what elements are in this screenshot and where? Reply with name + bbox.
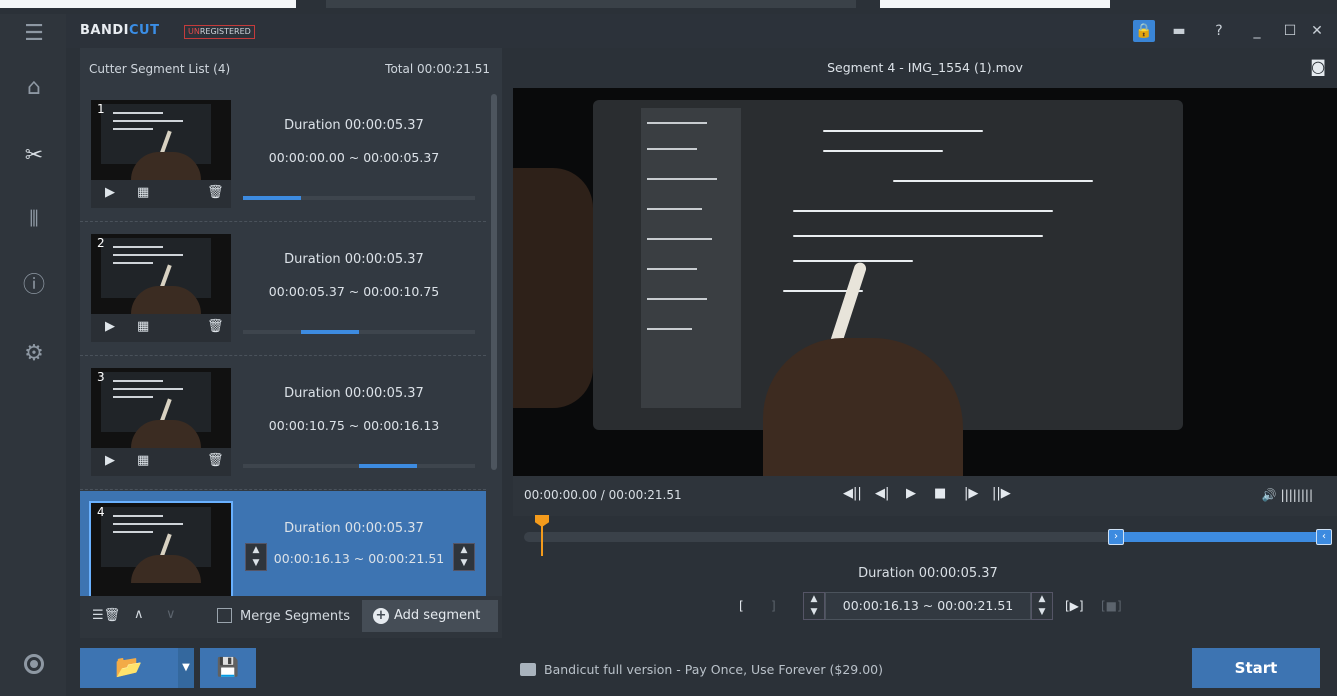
bandicut-window: ☰ ⌂ ✂ ⦀ ⓘ ⚙ BANDICUT UNREGISTERED 🔒 ▬ ? … [0, 0, 1337, 696]
segment-duration: Duration 00:00:05.37 [284, 386, 424, 401]
start-time-stepper[interactable]: ▲ ▼ [245, 543, 267, 571]
background-window-strip [326, 0, 856, 8]
segment-thumbnail: 4 [89, 501, 233, 598]
cutter-icon[interactable]: ✂ [22, 144, 46, 168]
playhead-line [541, 524, 543, 556]
playback-controls: 00:00:00.00 / 00:00:21.51 ◀|| ◀| ▶ ■ |▶ … [513, 476, 1337, 516]
start-button[interactable]: Start [1192, 648, 1320, 688]
segment-item-4[interactable]: 4 Duration 00:00:05.37 ▲ ▼ 00:00:16.13 ~ … [80, 491, 486, 598]
plus-icon: + [373, 608, 389, 624]
close-button[interactable]: ✕ [1306, 20, 1328, 42]
maximize-button[interactable]: ☐ [1279, 20, 1301, 42]
total-duration: Total 00:00:21.51 [385, 62, 490, 76]
segment-list-scrollbar[interactable] [491, 94, 497, 470]
settings-icon[interactable]: ⚙ [22, 342, 46, 366]
play-icon[interactable]: ▶ [105, 319, 115, 334]
preview-panel: Segment 4 - IMG_1554 (1).mov ◙ 00:00:00.… [513, 48, 1337, 638]
merge-segments-label: Merge Segments [240, 609, 350, 624]
app-logo: BANDICUT [80, 23, 160, 38]
segment-list-title: Cutter Segment List (4) [89, 62, 231, 76]
set-end-icon[interactable]: [▶] [1065, 599, 1084, 613]
segment-range: 00:00:05.37 ~ 00:00:10.75 [268, 284, 440, 299]
delete-icon[interactable]: 🗑 [207, 453, 224, 468]
segment-item-2[interactable]: 2 ▶ ▦ 🗑 Duration 00:00:05.37 00:00:05.37… [80, 222, 486, 356]
step-forward-icon[interactable]: |▶ [964, 486, 978, 501]
goto-end-icon[interactable]: [■] [1101, 599, 1122, 613]
play-icon[interactable]: ▶ [906, 486, 916, 501]
preview-end-stepper[interactable]: ▲ ▼ [1031, 592, 1053, 620]
segment-thumbnail: 1 [91, 100, 231, 180]
segment-duration: Duration 00:00:05.37 [284, 252, 424, 267]
segment-item-1[interactable]: 1 ▶ ▦ 🗑 Duration 00:00:05.37 00:00:00.00… [80, 88, 486, 222]
menu-icon[interactable]: ☰ [22, 22, 46, 46]
thumb-controls: ▶ ▦ 🗑 [91, 180, 231, 208]
segment-item-3[interactable]: 3 ▶ ▦ 🗑 Duration 00:00:05.37 00:00:10.75… [80, 356, 486, 490]
folder-icon[interactable]: ▬ [1168, 20, 1190, 42]
home-icon[interactable]: ⌂ [22, 76, 46, 100]
left-nav: ☰ ⌂ ✂ ⦀ ⓘ ⚙ [0, 14, 66, 696]
segment-range: 00:00:16.13 ~ 00:00:21.51 [273, 551, 445, 566]
snapshot-icon[interactable]: ◙ [1307, 58, 1329, 76]
segment-list-footer: ☰🗑 ∧ ∨ Merge Segments + Add segment [80, 596, 502, 638]
stop-icon[interactable]: ■ [934, 486, 946, 501]
minimize-button[interactable]: _ [1246, 20, 1268, 42]
lock-icon[interactable]: 🔒 [1133, 20, 1155, 42]
segment-list-panel: Cutter Segment List (4) Total 00:00:21.5… [80, 48, 502, 638]
background-window-strip [880, 0, 1110, 8]
preview-range: 00:00:16.13 ~ 00:00:21.51 [825, 592, 1031, 620]
preview-start-stepper[interactable]: ▲ ▼ [803, 592, 825, 620]
add-segment-button[interactable]: + Add segment [362, 600, 498, 632]
segment-range: 00:00:00.00 ~ 00:00:05.37 [268, 150, 440, 165]
preview-title: Segment 4 - IMG_1554 (1).mov [827, 60, 1023, 75]
step-back-icon[interactable]: ◀| [875, 486, 889, 501]
goto-start-icon[interactable]: ] [771, 599, 776, 613]
split-icon[interactable]: ⦀ [22, 208, 46, 232]
preview-duration: Duration 00:00:05.37 [858, 566, 998, 581]
record-icon[interactable] [24, 654, 44, 674]
promo-banner[interactable]: Bandicut full version - Pay Once, Use Fo… [66, 662, 1337, 677]
segment-position-track [243, 464, 475, 468]
message-icon [520, 663, 537, 676]
end-time-stepper[interactable]: ▲ ▼ [453, 543, 475, 571]
background-window-strip [0, 0, 296, 8]
volume-icon[interactable]: 🔊 |||||||| [1262, 488, 1313, 502]
move-up-icon[interactable]: ∧ [134, 607, 144, 622]
unregistered-badge: UNREGISTERED [184, 25, 255, 39]
play-icon[interactable]: ▶ [105, 185, 115, 200]
segment-thumbnail: 3 [91, 368, 231, 448]
set-start-icon[interactable]: [ [739, 599, 744, 613]
delete-icon[interactable]: 🗑 [207, 319, 224, 334]
bottom-bar: 📂 ▼ 💾 Bandicut full version - Pay Once, … [66, 638, 1337, 696]
timeline-track[interactable]: › ‹ [524, 529, 1332, 545]
segment-list-header: Cutter Segment List (4) Total 00:00:21.5… [80, 48, 502, 88]
segment-duration: Duration 00:00:05.37 [284, 118, 424, 133]
prev-segment-icon[interactable]: ◀|| [843, 486, 862, 501]
segment-duration: Duration 00:00:05.37 [284, 521, 424, 536]
timeline-selection [1114, 532, 1330, 542]
segment-thumbnail: 2 [91, 234, 231, 314]
grid-icon[interactable]: ▦ [137, 319, 149, 334]
play-icon[interactable]: ▶ [105, 453, 115, 468]
thumb-controls: ▶ ▦ 🗑 [91, 448, 231, 476]
playback-time: 00:00:00.00 / 00:00:21.51 [524, 488, 682, 502]
segment-range: 00:00:10.75 ~ 00:00:16.13 [268, 418, 440, 433]
delete-all-icon[interactable]: ☰🗑 [92, 608, 120, 623]
segment-position-track [243, 196, 475, 200]
next-segment-icon[interactable]: ||▶ [992, 486, 1011, 501]
grid-icon[interactable]: ▦ [137, 453, 149, 468]
grid-icon[interactable]: ▦ [137, 185, 149, 200]
selection-start-handle[interactable]: › [1108, 529, 1124, 545]
title-bar: BANDICUT UNREGISTERED 🔒 ▬ ? _ ☐ ✕ [66, 14, 1337, 48]
help-button[interactable]: ? [1208, 20, 1230, 42]
move-down-icon[interactable]: ∨ [166, 607, 176, 622]
segment-position-track [243, 330, 475, 334]
merge-segments-checkbox[interactable] [217, 608, 232, 623]
video-frame [513, 88, 1337, 476]
selection-end-handle[interactable]: ‹ [1316, 529, 1332, 545]
thumb-controls: ▶ ▦ 🗑 [91, 314, 231, 342]
delete-icon[interactable]: 🗑 [207, 185, 224, 200]
info-icon[interactable]: ⓘ [22, 274, 46, 298]
